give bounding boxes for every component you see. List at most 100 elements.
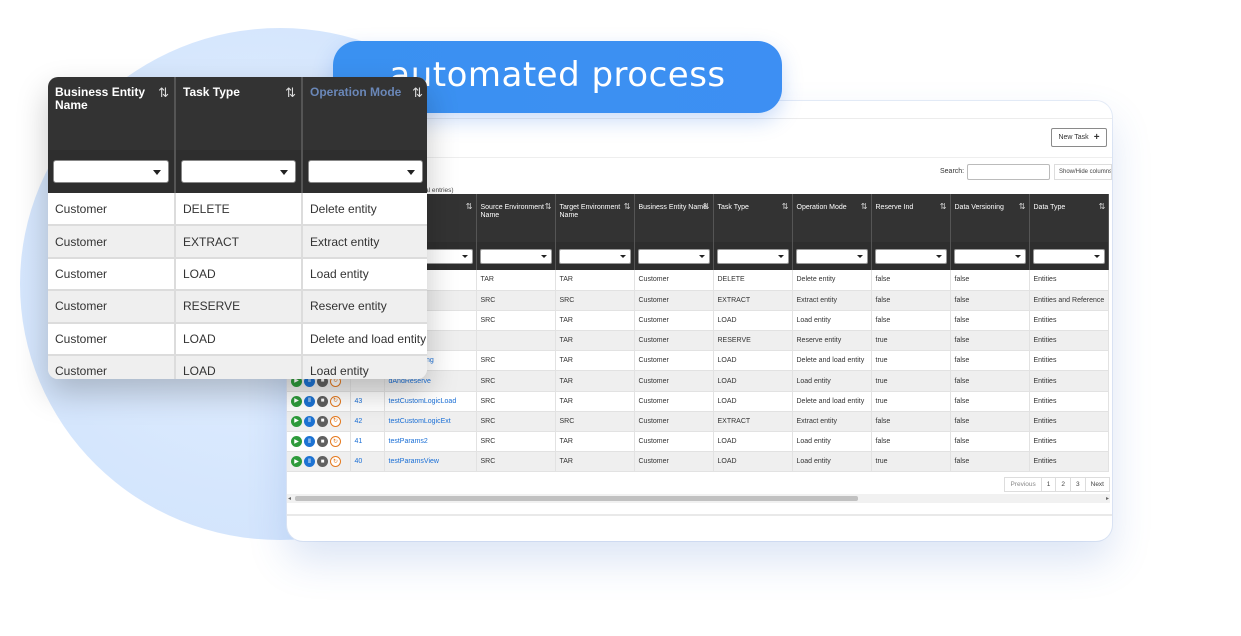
play-icon[interactable]: ▶ [291,415,302,427]
stop-icon[interactable]: ↻ [330,415,341,427]
task-name-link[interactable]: testCustomLogicExt [384,411,477,433]
pagination-next[interactable]: Next [1084,477,1110,492]
zoomed-column-header[interactable]: Task Type ⇅ [175,77,303,150]
stop-icon[interactable]: ↻ [330,436,341,448]
scroll-left-icon[interactable]: ◂ [288,495,291,502]
table-cell: Entities [1029,330,1110,352]
column-header[interactable]: Data Versioning ⇅ [950,194,1030,242]
table-cell: false [950,330,1030,352]
search-input[interactable] [967,164,1050,180]
pagination-previous[interactable]: Previous [1004,477,1042,492]
pause-icon[interactable]: Ⅱ [304,395,315,407]
column-header[interactable]: Task Type ⇅ [713,194,793,242]
column-header[interactable]: Reserve Ind ⇅ [871,194,951,242]
sort-icon[interactable]: ⇅ [940,203,947,211]
task-name-link[interactable]: testParamsView [384,451,477,473]
zoomed-table-row[interactable]: Customer RESERVE Reserve entity [48,290,427,324]
table-row[interactable]: ▶ Ⅱ ■ ↻ 42 testCustomLogicExt SRC SRC Customer EX… [287,411,1110,433]
task-id-link[interactable]: 42 [350,411,385,433]
pause-icon[interactable]: Ⅱ [304,436,315,448]
table-cell: SRC [555,290,635,311]
new-task-button[interactable]: New Task + [1051,128,1107,147]
column-header[interactable]: Operation Mode ⇅ [792,194,872,242]
table-cell: false [950,451,1030,473]
task-name-link[interactable]: testParams2 [384,431,477,453]
column-filter-cell [950,242,1030,270]
row-actions-cell: ▶Ⅱ■↻ [287,431,351,453]
zoomed-table-row[interactable]: Customer DELETE Delete entity [48,193,427,227]
sort-icon[interactable]: ⇅ [1019,203,1026,211]
play-icon[interactable]: ▶ [291,436,302,448]
column-header[interactable]: Data Type ⇅ [1029,194,1110,242]
column-filter-cell [476,242,556,270]
show-hide-columns-button[interactable]: Show/Hide columns [1054,164,1112,180]
column-header-label: Reserve Ind [875,204,914,211]
table-cell: TAR [555,391,635,412]
column-filter-select[interactable] [479,248,552,264]
hold-icon[interactable]: ■ [317,456,328,468]
task-id-link[interactable]: 40 [350,451,385,473]
stop-icon[interactable]: ↻ [330,395,341,407]
sort-icon[interactable]: ⇅ [861,203,868,211]
sort-icon[interactable]: ⇅ [466,203,473,211]
task-id-link[interactable]: 41 [350,431,385,453]
zoomed-table-row[interactable]: Customer LOAD Load entity [48,354,427,379]
sort-icon[interactable]: ⇅ [624,203,631,211]
sort-icon[interactable]: ⇅ [782,203,789,211]
zoomed-table-row[interactable]: Customer EXTRACT Extract entity [48,225,427,259]
pagination-page-3[interactable]: 3 [1070,477,1086,492]
pagination-page-1[interactable]: 1 [1040,477,1057,492]
zoomed-column-header[interactable]: Operation Mode ⇅ [302,77,427,150]
sort-icon[interactable]: ⇅ [545,203,552,211]
table-row[interactable]: ▶ Ⅱ ■ ↻ 41 testParams2 SRC TAR Customer LOAD Load … [287,431,1110,453]
column-filter-select[interactable] [558,248,631,264]
column-filter-select[interactable] [716,248,789,264]
column-filter-select[interactable] [1032,248,1106,264]
scroll-right-icon[interactable]: ▸ [1106,495,1109,502]
column-header[interactable]: Source Environment Name ⇅ [476,194,556,242]
table-row[interactable]: ▶ Ⅱ ■ ↻ 43 testCustomLogicLoad SRC TAR Customer L… [287,391,1110,412]
hold-icon[interactable]: ■ [317,415,328,427]
column-filter-select[interactable] [795,248,868,264]
zoomed-table-row[interactable]: Customer LOAD Delete and load entity [48,322,427,356]
row-actions: ▶Ⅱ■↻ [291,415,346,427]
sort-icon[interactable]: ⇅ [285,86,296,99]
column-filter-select[interactable] [953,248,1026,264]
pause-icon[interactable]: Ⅱ [304,415,315,427]
table-row[interactable]: ▶ Ⅱ ■ ↻ 40 testParamsView SRC TAR Customer LOAD Lo… [287,451,1110,473]
zoomed-filter-select[interactable] [308,160,423,183]
zoomed-filter-select[interactable] [181,160,296,183]
column-filter-cell [634,242,714,270]
sort-icon[interactable]: ⇅ [158,86,169,99]
table-cell: TAR [555,370,635,392]
stop-icon[interactable]: ↻ [330,456,341,468]
zoomed-filter-select[interactable] [53,160,169,183]
table-cell: false [950,431,1030,453]
zoomed-column-header[interactable]: Business Entity Name ⇅ [48,77,176,150]
zoomed-table-cell: Customer [48,257,176,292]
zoomed-table-row[interactable]: Customer LOAD Load entity [48,257,427,292]
column-filter-select[interactable] [637,248,710,264]
column-header[interactable]: Target Environment Name ⇅ [555,194,635,242]
task-name-link[interactable]: testCustomLogicLoad [384,391,477,412]
table-cell: Entities [1029,370,1110,392]
column-header[interactable]: Business Entity Name ⇅ [634,194,714,242]
pagination-page-2[interactable]: 2 [1055,477,1071,492]
sort-icon[interactable]: ⇅ [412,86,423,99]
table-cell: TAR [555,310,635,332]
hold-icon[interactable]: ■ [317,395,328,407]
sort-icon[interactable]: ⇅ [1099,203,1106,211]
sort-icon[interactable]: ⇅ [703,203,710,211]
hold-icon[interactable]: ■ [317,436,328,448]
column-filter-cell [555,242,635,270]
pause-icon[interactable]: Ⅱ [304,456,315,468]
table-cell: false [950,350,1030,372]
column-header-label: Data Type [1033,204,1066,211]
play-icon[interactable]: ▶ [291,395,302,407]
task-id-link[interactable]: 43 [350,391,385,412]
play-icon[interactable]: ▶ [291,456,302,468]
column-filter-select[interactable] [874,248,947,264]
horizontal-scrollbar[interactable]: ◂ ▸ [287,494,1110,503]
zoomed-table-cell: EXTRACT [175,225,303,259]
scrollbar-thumb[interactable] [295,496,858,501]
